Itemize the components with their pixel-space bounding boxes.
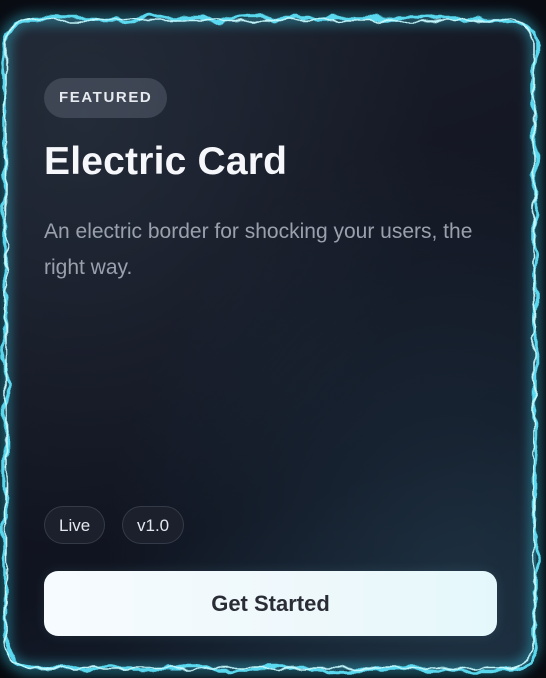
card-title: Electric Card <box>44 140 288 183</box>
live-tag: Live <box>44 506 106 544</box>
version-tag: v1.0 <box>122 506 185 544</box>
electric-card: FEATURED Electric Card An electric borde… <box>4 18 536 670</box>
card-description: An electric border for shocking your use… <box>44 220 473 279</box>
page-background: FEATURED Electric Card An electric borde… <box>0 0 546 678</box>
featured-badge: FEATURED <box>44 78 168 118</box>
get-started-button[interactable]: Get Started <box>44 571 497 636</box>
